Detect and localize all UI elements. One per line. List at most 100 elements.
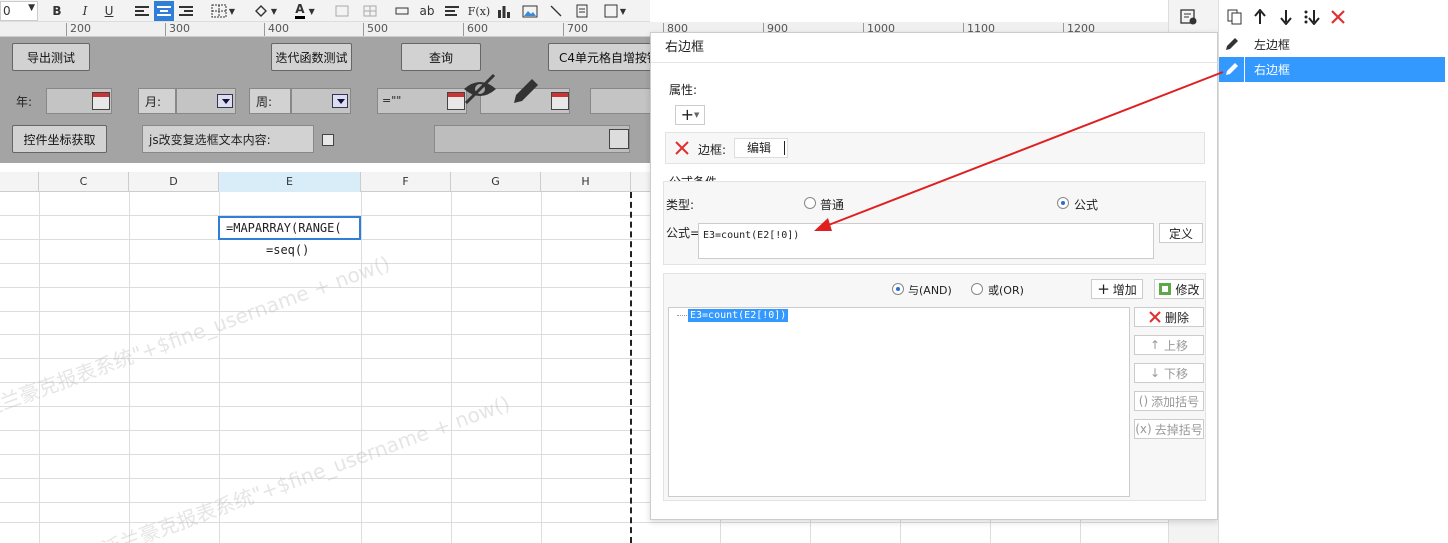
image-icon[interactable] bbox=[520, 1, 540, 21]
column-header-g[interactable]: G bbox=[451, 172, 541, 192]
arrow-down-icon[interactable] bbox=[1279, 9, 1293, 25]
widget-icon[interactable]: ▼ bbox=[598, 1, 632, 21]
slash-icon[interactable] bbox=[546, 1, 566, 21]
align-center-icon[interactable] bbox=[154, 1, 174, 21]
copy-icon[interactable] bbox=[1227, 9, 1243, 25]
condition-item[interactable]: E3=count(E2[!0]) bbox=[688, 309, 789, 322]
condition-attribute-panel: 左边框 右边框 bbox=[1218, 0, 1448, 543]
panel-item-label: 左边框 bbox=[1254, 38, 1291, 52]
border-icon[interactable]: ▼ bbox=[206, 1, 240, 21]
move-down-label: 下移 bbox=[1164, 366, 1189, 381]
query-button[interactable]: 查询 bbox=[401, 43, 481, 71]
align-left-icon[interactable] bbox=[132, 1, 152, 21]
font-size-value: 0 bbox=[3, 4, 11, 18]
ruler-tick: 500 bbox=[363, 23, 388, 36]
type-normal-radio[interactable] bbox=[804, 197, 816, 209]
chevron-down-icon[interactable] bbox=[217, 94, 233, 108]
underline-button[interactable]: U bbox=[100, 1, 118, 21]
formula-condition-section: 类型: 普通 公式 公式= E3=count(E2[!0]) 定义 bbox=[663, 181, 1206, 265]
column-header-f[interactable]: F bbox=[361, 172, 451, 192]
js-change-label: js改变复选框文本内容: bbox=[142, 125, 314, 153]
js-checkbox[interactable] bbox=[322, 134, 334, 146]
text-box-icon[interactable] bbox=[392, 1, 412, 21]
paragraph-icon[interactable] bbox=[442, 1, 462, 21]
plus-icon: + bbox=[680, 105, 694, 124]
ruler-tick: 600 bbox=[463, 23, 488, 36]
sub-report-icon[interactable] bbox=[572, 1, 592, 21]
panel-item-left-border[interactable]: 左边框 bbox=[1219, 32, 1445, 57]
font-color-icon: A bbox=[295, 3, 305, 19]
and-radio[interactable] bbox=[892, 283, 904, 295]
split-cells-icon[interactable] bbox=[360, 1, 380, 21]
formula-fx-icon[interactable]: F(x) bbox=[466, 1, 492, 21]
watermark: "泛兰豪克报表系统"+$fine_username + now() bbox=[89, 391, 514, 543]
column-header-e[interactable]: E bbox=[219, 172, 361, 192]
panel-item-right-border[interactable]: 右边框 bbox=[1219, 57, 1445, 82]
close-icon[interactable] bbox=[1331, 10, 1345, 24]
dropdown-tree-icon[interactable] bbox=[609, 129, 629, 149]
export-test-button[interactable]: 导出测试 bbox=[12, 43, 90, 71]
multi-select-input[interactable] bbox=[434, 125, 630, 153]
fill-color-icon[interactable]: ▼ bbox=[248, 1, 282, 21]
move-up-button[interactable]: ↑ 上移 bbox=[1134, 335, 1204, 355]
merge-cells-icon[interactable] bbox=[332, 1, 352, 21]
arrow-up-icon[interactable] bbox=[1253, 9, 1267, 25]
dialog-title: 右边框 bbox=[651, 33, 1219, 63]
control-coord-button[interactable]: 控件坐标获取 bbox=[12, 125, 107, 153]
remove-bracket-button[interactable]: (x) 去掉括号 bbox=[1134, 419, 1204, 439]
type-formula-label: 公式 bbox=[1074, 198, 1099, 212]
edit-border-button[interactable]: 编辑 bbox=[734, 138, 788, 158]
calendar-icon[interactable] bbox=[92, 92, 110, 110]
ruler-tick: 400 bbox=[264, 23, 289, 36]
add-property-button[interactable]: + ▼ bbox=[675, 105, 705, 125]
type-label: 类型: bbox=[666, 198, 695, 212]
formula-input[interactable]: E3=count(E2[!0]) bbox=[698, 223, 1154, 259]
font-color-button[interactable]: A ▼ bbox=[288, 1, 322, 21]
column-header-d[interactable]: D bbox=[129, 172, 219, 192]
add-bracket-button[interactable]: () 添加括号 bbox=[1134, 391, 1204, 411]
delete-button[interactable]: 删除 bbox=[1134, 307, 1204, 327]
close-icon[interactable] bbox=[674, 140, 690, 156]
chart-icon[interactable] bbox=[494, 1, 514, 21]
cell-e-formula[interactable]: =MAPARRAY(RANGE( bbox=[218, 216, 361, 240]
define-button[interactable]: 定义 bbox=[1159, 223, 1203, 243]
plus-icon: + bbox=[1097, 280, 1110, 298]
or-radio[interactable] bbox=[971, 283, 983, 295]
week-label: 周: bbox=[249, 88, 291, 114]
italic-button[interactable]: I bbox=[76, 1, 94, 21]
arrow-down-icon: ↓ bbox=[1149, 366, 1161, 380]
add-condition-button[interactable]: + 增加 bbox=[1091, 279, 1143, 299]
hide-eye-icon[interactable] bbox=[460, 73, 500, 105]
column-header-c[interactable]: C bbox=[39, 172, 129, 192]
column-header-h[interactable]: H bbox=[541, 172, 631, 192]
border-property-row: 边框: 编辑 bbox=[665, 132, 1205, 164]
arrow-up-icon: ↑ bbox=[1149, 338, 1161, 352]
border-label: 边框: bbox=[698, 143, 727, 157]
properties-icon[interactable] bbox=[1180, 9, 1198, 25]
font-size-select[interactable]: 0 ▼ bbox=[0, 1, 38, 21]
condition-list[interactable]: E3=count(E2[!0]) bbox=[668, 307, 1130, 497]
move-bottom-icon[interactable] bbox=[1303, 9, 1321, 25]
iter-func-test-button[interactable]: 迭代函数测试 bbox=[271, 43, 352, 71]
chevron-down-icon: ▼ bbox=[28, 3, 35, 13]
add-label: 增加 bbox=[1112, 282, 1137, 297]
text-style-icon[interactable]: ab bbox=[416, 1, 438, 21]
pencil-icon bbox=[1226, 63, 1238, 75]
column-header-blank bbox=[0, 172, 39, 192]
bold-button[interactable]: B bbox=[48, 1, 66, 21]
spacer bbox=[0, 163, 660, 172]
condition-list-section: 与(AND) 或(OR) + 增加 修改 E3=count(E2[!0]) 删除 … bbox=[663, 273, 1206, 501]
delete-label: 删除 bbox=[1164, 310, 1189, 325]
watermark: "泛兰豪克报表系统"+$fine_username + now() bbox=[0, 251, 394, 425]
align-right-icon[interactable] bbox=[176, 1, 196, 21]
or-label: 或(OR) bbox=[988, 284, 1024, 297]
move-down-button[interactable]: ↓ 下移 bbox=[1134, 363, 1204, 383]
column-header: C D E F G H bbox=[0, 172, 660, 192]
pencil-icon[interactable] bbox=[510, 75, 542, 107]
cell-e-seq[interactable]: =seq() bbox=[266, 243, 309, 257]
c4-increment-button[interactable]: C4单元格自增按钮 bbox=[548, 43, 660, 71]
calendar-icon[interactable] bbox=[551, 92, 569, 110]
chevron-down-icon[interactable] bbox=[332, 94, 348, 108]
modify-condition-button[interactable]: 修改 bbox=[1154, 279, 1204, 299]
type-formula-radio[interactable] bbox=[1057, 197, 1069, 209]
